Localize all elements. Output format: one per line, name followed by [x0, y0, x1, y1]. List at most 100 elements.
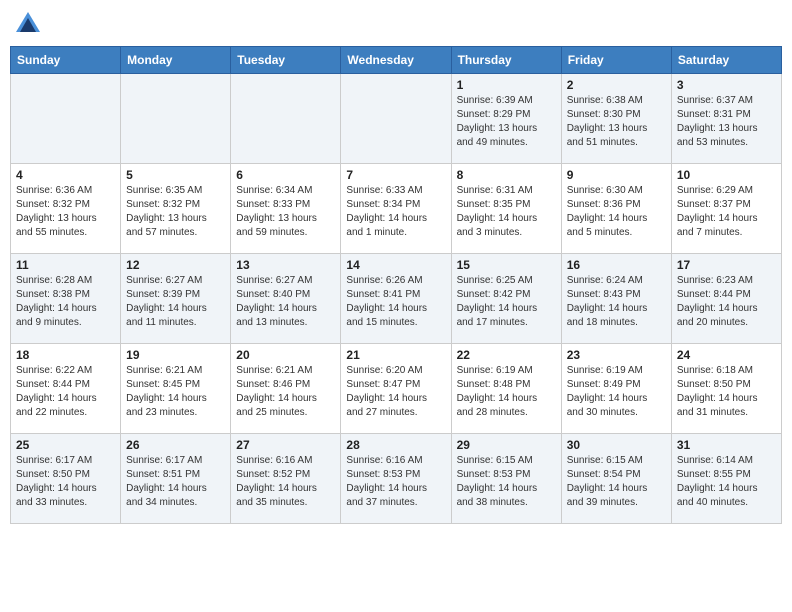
calendar-table: SundayMondayTuesdayWednesdayThursdayFrid…	[10, 46, 782, 524]
weekday-header: Friday	[561, 47, 671, 74]
day-number: 23	[567, 348, 666, 362]
day-info: Sunrise: 6:17 AM Sunset: 8:51 PM Dayligh…	[126, 454, 225, 510]
day-number: 30	[567, 438, 666, 452]
calendar-cell: 6Sunrise: 6:34 AM Sunset: 8:33 PM Daylig…	[231, 164, 341, 254]
calendar-cell: 24 Sunrise: 6:18 AM Sunset: 8:50 PM Dayli…	[671, 344, 781, 434]
calendar-header: SundayMondayTuesdayWednesdayThursdayFrid…	[11, 47, 782, 74]
calendar-cell: 11 Sunrise: 6:28 AM Sunset: 8:38 PM Dayli…	[11, 254, 121, 344]
calendar-cell: 16Sunrise: 6:24 AM Sunset: 8:43 PM Dayli…	[561, 254, 671, 344]
calendar-cell: 8Sunrise: 6:31 AM Sunset: 8:35 PM Daylig…	[451, 164, 561, 254]
calendar-cell: 22 Sunrise: 6:19 AM Sunset: 8:48 PM Dayli…	[451, 344, 561, 434]
day-number: 9	[567, 168, 666, 182]
calendar-cell: 12 Sunrise: 6:27 AM Sunset: 8:39 PM Dayli…	[121, 254, 231, 344]
calendar-cell: 19 Sunrise: 6:21 AM Sunset: 8:45 PM Dayli…	[121, 344, 231, 434]
day-info: Sunrise: 6:27 AM Sunset: 8:39 PM Dayligh…	[126, 274, 225, 330]
day-number: 27	[236, 438, 335, 452]
calendar-cell: 10 Sunrise: 6:29 AM Sunset: 8:37 PM Dayli…	[671, 164, 781, 254]
calendar-cell: 2Sunrise: 6:38 AM Sunset: 8:30 PM Daylig…	[561, 74, 671, 164]
calendar-cell: 25 Sunrise: 6:17 AM Sunset: 8:50 PM Dayli…	[11, 434, 121, 524]
day-info: Sunrise: 6:27 AM Sunset: 8:40 PM Dayligh…	[236, 274, 335, 330]
day-number: 5	[126, 168, 225, 182]
day-number: 8	[457, 168, 556, 182]
day-info: Sunrise: 6:16 AM Sunset: 8:53 PM Dayligh…	[346, 454, 445, 510]
calendar-cell: 29 Sunrise: 6:15 AM Sunset: 8:53 PM Dayli…	[451, 434, 561, 524]
day-number: 13	[236, 258, 335, 272]
calendar-cell: 18 Sunrise: 6:22 AM Sunset: 8:44 PM Dayli…	[11, 344, 121, 434]
day-number: 6	[236, 168, 335, 182]
day-number: 7	[346, 168, 445, 182]
calendar-cell	[121, 74, 231, 164]
day-number: 19	[126, 348, 225, 362]
day-number: 22	[457, 348, 556, 362]
day-info: Sunrise: 6:28 AM Sunset: 8:38 PM Dayligh…	[16, 274, 115, 330]
day-info: Sunrise: 6:14 AM Sunset: 8:55 PM Dayligh…	[677, 454, 776, 510]
day-info: Sunrise: 6:15 AM Sunset: 8:54 PM Dayligh…	[567, 454, 666, 510]
calendar-cell: 28 Sunrise: 6:16 AM Sunset: 8:53 PM Dayli…	[341, 434, 451, 524]
day-number: 29	[457, 438, 556, 452]
day-number: 11	[16, 258, 115, 272]
day-info: Sunrise: 6:16 AM Sunset: 8:52 PM Dayligh…	[236, 454, 335, 510]
day-info: Sunrise: 6:26 AM Sunset: 8:41 PM Dayligh…	[346, 274, 445, 330]
day-info: Sunrise: 6:36 AM Sunset: 8:32 PM Dayligh…	[16, 184, 115, 240]
calendar-cell: 5 Sunrise: 6:35 AM Sunset: 8:32 PM Daylig…	[121, 164, 231, 254]
day-info: Sunrise: 6:35 AM Sunset: 8:32 PM Dayligh…	[126, 184, 225, 240]
calendar-cell: 23 Sunrise: 6:19 AM Sunset: 8:49 PM Dayli…	[561, 344, 671, 434]
calendar-cell: 30 Sunrise: 6:15 AM Sunset: 8:54 PM Dayli…	[561, 434, 671, 524]
day-number: 4	[16, 168, 115, 182]
day-number: 12	[126, 258, 225, 272]
day-info: Sunrise: 6:19 AM Sunset: 8:49 PM Dayligh…	[567, 364, 666, 420]
day-info: Sunrise: 6:37 AM Sunset: 8:31 PM Dayligh…	[677, 94, 776, 150]
day-number: 3	[677, 78, 776, 92]
weekday-header: Saturday	[671, 47, 781, 74]
day-info: Sunrise: 6:19 AM Sunset: 8:48 PM Dayligh…	[457, 364, 556, 420]
day-number: 10	[677, 168, 776, 182]
calendar-cell: 13 Sunrise: 6:27 AM Sunset: 8:40 PM Dayli…	[231, 254, 341, 344]
calendar-cell	[11, 74, 121, 164]
calendar-cell	[341, 74, 451, 164]
day-info: Sunrise: 6:17 AM Sunset: 8:50 PM Dayligh…	[16, 454, 115, 510]
calendar-cell: 3 Sunrise: 6:37 AM Sunset: 8:31 PM Daylig…	[671, 74, 781, 164]
day-info: Sunrise: 6:22 AM Sunset: 8:44 PM Dayligh…	[16, 364, 115, 420]
day-number: 25	[16, 438, 115, 452]
day-number: 28	[346, 438, 445, 452]
day-info: Sunrise: 6:21 AM Sunset: 8:46 PM Dayligh…	[236, 364, 335, 420]
calendar-cell: 9 Sunrise: 6:30 AM Sunset: 8:36 PM Daylig…	[561, 164, 671, 254]
day-number: 2	[567, 78, 666, 92]
day-info: Sunrise: 6:30 AM Sunset: 8:36 PM Dayligh…	[567, 184, 666, 240]
weekday-header: Wednesday	[341, 47, 451, 74]
day-info: Sunrise: 6:25 AM Sunset: 8:42 PM Dayligh…	[457, 274, 556, 330]
calendar-cell: 4 Sunrise: 6:36 AM Sunset: 8:32 PM Daylig…	[11, 164, 121, 254]
calendar-cell: 26 Sunrise: 6:17 AM Sunset: 8:51 PM Dayli…	[121, 434, 231, 524]
day-info: Sunrise: 6:21 AM Sunset: 8:45 PM Dayligh…	[126, 364, 225, 420]
day-info: Sunrise: 6:23 AM Sunset: 8:44 PM Dayligh…	[677, 274, 776, 330]
day-number: 14	[346, 258, 445, 272]
day-info: Sunrise: 6:29 AM Sunset: 8:37 PM Dayligh…	[677, 184, 776, 240]
day-info: Sunrise: 6:18 AM Sunset: 8:50 PM Dayligh…	[677, 364, 776, 420]
day-number: 18	[16, 348, 115, 362]
day-info: Sunrise: 6:33 AM Sunset: 8:34 PM Dayligh…	[346, 184, 445, 240]
calendar-cell: 21Sunrise: 6:20 AM Sunset: 8:47 PM Dayli…	[341, 344, 451, 434]
calendar-cell: 14 Sunrise: 6:26 AM Sunset: 8:41 PM Dayli…	[341, 254, 451, 344]
calendar-cell: 20 Sunrise: 6:21 AM Sunset: 8:46 PM Dayli…	[231, 344, 341, 434]
calendar-cell: 7 Sunrise: 6:33 AM Sunset: 8:34 PM Daylig…	[341, 164, 451, 254]
logo	[14, 10, 46, 38]
weekday-header: Sunday	[11, 47, 121, 74]
weekday-header: Tuesday	[231, 47, 341, 74]
day-number: 20	[236, 348, 335, 362]
calendar-cell: 1 Sunrise: 6:39 AM Sunset: 8:29 PM Daylig…	[451, 74, 561, 164]
day-number: 1	[457, 78, 556, 92]
day-number: 17	[677, 258, 776, 272]
calendar-cell: 15 Sunrise: 6:25 AM Sunset: 8:42 PM Dayli…	[451, 254, 561, 344]
day-number: 26	[126, 438, 225, 452]
day-number: 15	[457, 258, 556, 272]
day-number: 31	[677, 438, 776, 452]
day-number: 24	[677, 348, 776, 362]
day-number: 16	[567, 258, 666, 272]
calendar-cell: 27 Sunrise: 6:16 AM Sunset: 8:52 PM Dayli…	[231, 434, 341, 524]
calendar-cell: 31 Sunrise: 6:14 AM Sunset: 8:55 PM Dayli…	[671, 434, 781, 524]
weekday-header: Monday	[121, 47, 231, 74]
weekday-header: Thursday	[451, 47, 561, 74]
day-info: Sunrise: 6:15 AM Sunset: 8:53 PM Dayligh…	[457, 454, 556, 510]
day-info: Sunrise: 6:39 AM Sunset: 8:29 PM Dayligh…	[457, 94, 556, 150]
calendar-cell	[231, 74, 341, 164]
